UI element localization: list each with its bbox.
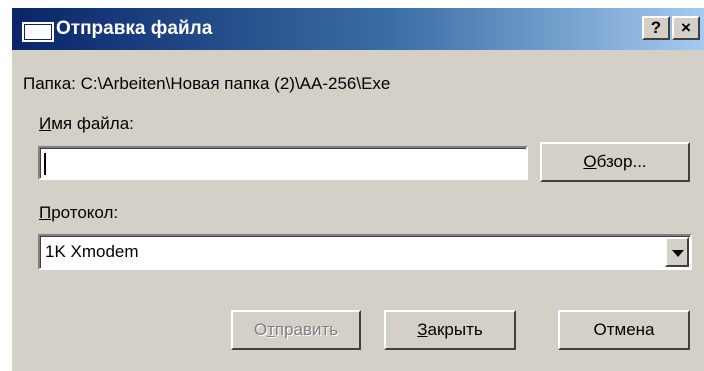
send-file-dialog: Отправка файла ? × Папка: C:\Arbeiten\Но… (12, 8, 704, 371)
text-caret (44, 153, 46, 175)
close-window-button[interactable]: × (672, 16, 700, 40)
window-title: Отправка файла (56, 18, 213, 39)
filename-input[interactable] (38, 146, 528, 180)
protocol-selected-value: 1K Xmodem (45, 242, 139, 261)
protocol-label-text: ротокол: (51, 203, 119, 222)
protocol-dropdown-button[interactable] (665, 237, 689, 267)
close-icon: × (681, 18, 691, 37)
protocol-label-accel: П (39, 203, 52, 222)
filename-label: Имя файла: (39, 114, 134, 134)
help-icon: ? (650, 18, 662, 37)
filename-label-text: мя файла: (51, 114, 134, 133)
protocol-select[interactable]: 1K Xmodem (38, 234, 692, 270)
help-button[interactable]: ? (642, 16, 670, 40)
send-accel: т (267, 320, 275, 339)
close-label-rest: акрыть (427, 320, 483, 339)
filename-label-accel: И (39, 114, 52, 133)
browse-button[interactable]: Обзор... (540, 142, 690, 182)
folder-path-label: Папка: C:\Arbeiten\Новая папка (2)\AA-25… (23, 74, 391, 93)
close-accel: З (417, 320, 428, 339)
send-label-pre: О (253, 320, 268, 339)
browse-accel: О (583, 152, 597, 171)
window-icon (22, 22, 54, 42)
chevron-down-icon (672, 250, 684, 257)
browse-label: бзор... (596, 152, 647, 171)
send-button[interactable]: Отправить (231, 310, 361, 350)
send-label-rest: править (274, 320, 339, 339)
title-bar[interactable]: Отправка файла ? × (12, 8, 704, 50)
close-button[interactable]: Закрыть (384, 310, 516, 350)
cancel-button[interactable]: Отмена (558, 310, 690, 350)
protocol-label: Протокол: (39, 203, 118, 223)
